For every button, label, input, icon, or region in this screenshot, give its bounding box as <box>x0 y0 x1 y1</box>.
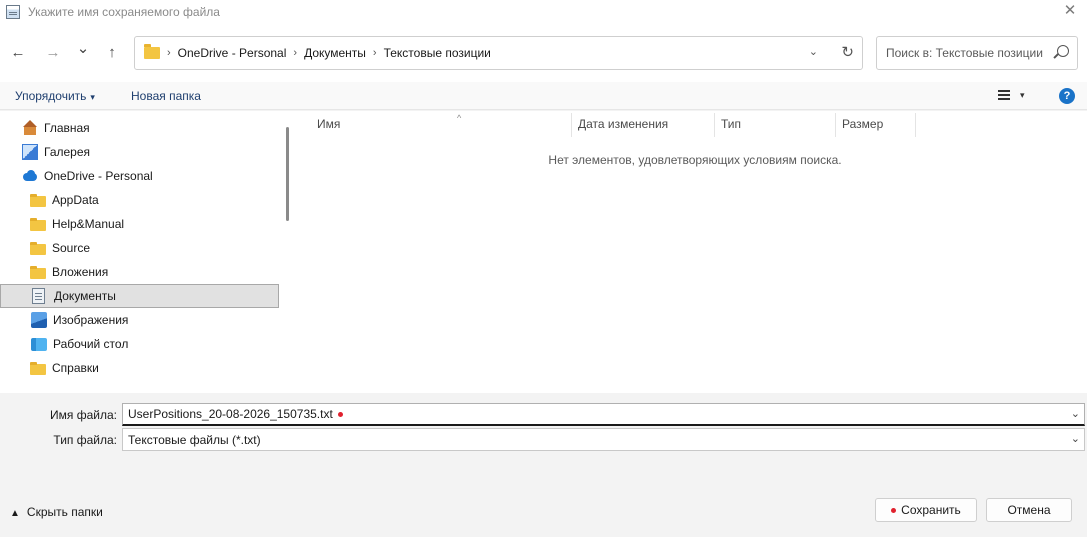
sidebar-item-attachments[interactable]: Вложения <box>0 260 279 284</box>
filetype-select[interactable]: Текстовые файлы (*.txt) ⌄ <box>122 428 1085 451</box>
sidebar-item-label: Вложения <box>52 265 109 279</box>
sidebar-item-label: Изображения <box>53 313 129 327</box>
column-divider[interactable] <box>571 113 572 137</box>
sidebar-item-gallery[interactable]: Галерея <box>0 140 279 164</box>
desktop-icon <box>31 337 47 351</box>
caret-down-icon: ▾ <box>90 92 95 102</box>
caret-down-icon[interactable]: ▾ <box>1020 90 1025 101</box>
title-bar: Укажите имя сохраняемого файла ✕ <box>0 0 1087 24</box>
sidebar-item-label: Help&Manual <box>52 217 125 231</box>
back-arrow-icon[interactable]: ← <box>8 43 28 63</box>
filename-label: Имя файла: <box>50 408 117 422</box>
column-divider[interactable] <box>835 113 836 137</box>
sidebar-item-references[interactable]: Справки <box>0 356 279 380</box>
dialog-footer: ▲ Скрыть папки Сохранить Отмена <box>0 483 1087 537</box>
sidebar-item-label: Рабочий стол <box>53 337 129 351</box>
filename-value: UserPositions_20-08-2026_150735.txt <box>128 407 333 421</box>
column-divider[interactable] <box>915 113 916 137</box>
view-options-icon[interactable] <box>998 90 1010 100</box>
address-bar[interactable]: › OneDrive - Personal › Документы › Текс… <box>134 36 863 70</box>
breadcrumb-chevron-icon: › <box>167 47 171 59</box>
column-header-size[interactable]: Размер <box>842 117 883 137</box>
filename-input[interactable]: UserPositions_20-08-2026_150735.txt <box>128 407 343 421</box>
sidebar-item-documents[interactable]: Документы <box>0 284 279 308</box>
recent-locations-chevron-icon[interactable]: ⌄ <box>73 39 93 59</box>
save-button[interactable]: Сохранить <box>875 498 977 522</box>
folder-icon <box>30 360 46 376</box>
filetype-label: Тип файла: <box>53 433 117 447</box>
save-button-label: Сохранить <box>901 503 961 517</box>
folder-icon <box>30 216 46 232</box>
home-icon <box>22 120 38 136</box>
hide-folders-toggle[interactable]: ▲ Скрыть папки <box>10 505 103 519</box>
sidebar-item-onedrive[interactable]: OneDrive - Personal <box>0 164 279 188</box>
sidebar-item-home[interactable]: Главная <box>0 116 279 140</box>
sidebar-item-label: Галерея <box>44 145 91 159</box>
sidebar-item-helpmanual[interactable]: Help&Manual <box>0 212 279 236</box>
organize-label: Упорядочить <box>15 89 87 103</box>
required-dot-icon <box>337 412 343 418</box>
sidebar-item-label: Документы <box>54 289 116 303</box>
search-box[interactable] <box>876 36 1078 70</box>
notepad-icon <box>6 5 20 19</box>
folder-icon <box>30 264 46 280</box>
breadcrumb-text-positions[interactable]: Текстовые позиции <box>384 46 491 60</box>
filetype-value: Текстовые файлы (*.txt) <box>128 432 261 447</box>
command-bar: Упорядочить ▾ Новая папка ▾ ? <box>0 82 1087 110</box>
navigation-pane: Главная Галерея OneDrive - Personal AppD… <box>0 111 296 393</box>
column-header-type[interactable]: Тип <box>721 117 741 137</box>
sidebar-item-label: Source <box>52 241 91 255</box>
breadcrumb-onedrive[interactable]: OneDrive - Personal <box>178 46 287 60</box>
hide-folders-label: Скрыть папки <box>26 505 103 519</box>
onedrive-cloud-icon <box>22 168 38 184</box>
refresh-icon[interactable]: ↻ <box>841 43 854 61</box>
save-form: Имя файла: UserPositions_20-08-2026_1507… <box>0 393 1087 483</box>
sidebar-item-pictures[interactable]: Изображения <box>0 308 279 332</box>
filename-combobox[interactable]: UserPositions_20-08-2026_150735.txt ⌄ <box>122 403 1085 426</box>
sidebar-item-label: Справки <box>52 361 99 375</box>
sidebar-item-label: OneDrive - Personal <box>44 169 153 183</box>
navigation-scrollbar[interactable] <box>286 127 289 221</box>
required-dot-icon <box>891 507 897 513</box>
close-icon[interactable]: ✕ <box>1061 2 1079 20</box>
forward-arrow-icon[interactable]: → <box>43 43 63 63</box>
pictures-icon <box>31 312 47 328</box>
navigation-row: ← → ⌄ ↑ › OneDrive - Personal › Документ… <box>0 24 1087 82</box>
up-arrow-icon[interactable]: ↑ <box>102 43 122 63</box>
breadcrumb-chevron-icon[interactable]: › <box>373 47 377 59</box>
chevron-up-icon: ▲ <box>10 508 20 519</box>
gallery-icon <box>22 144 38 160</box>
sidebar-item-desktop[interactable]: Рабочий стол <box>0 332 279 356</box>
folder-icon <box>144 44 160 59</box>
breadcrumb-documents[interactable]: Документы <box>304 46 366 60</box>
column-header-label: Имя <box>317 117 341 131</box>
new-folder-button[interactable]: Новая папка <box>131 89 201 103</box>
breadcrumb-chevron-icon[interactable]: › <box>293 47 297 59</box>
organize-button[interactable]: Упорядочить ▾ <box>15 89 95 103</box>
empty-folder-message: Нет элементов, удовлетворяющих условиям … <box>548 153 842 167</box>
search-input[interactable] <box>886 46 1046 60</box>
sidebar-item-appdata[interactable]: AppData <box>0 188 279 212</box>
column-header-name[interactable]: ^ Имя <box>317 113 461 137</box>
folder-icon <box>30 192 46 208</box>
sidebar-item-label: AppData <box>52 193 99 207</box>
file-list: ^ Имя Дата изменения Тип Размер Нет элем… <box>296 111 1087 393</box>
cancel-button[interactable]: Отмена <box>986 498 1072 522</box>
sort-ascending-icon: ^ <box>457 113 462 123</box>
search-icon[interactable] <box>1057 45 1069 57</box>
chevron-down-icon[interactable]: ⌄ <box>809 45 818 58</box>
column-header-date-modified[interactable]: Дата изменения <box>578 117 668 137</box>
window-title: Укажите имя сохраняемого файла <box>28 5 220 19</box>
sidebar-item-source[interactable]: Source <box>0 236 279 260</box>
column-divider[interactable] <box>714 113 715 137</box>
chevron-down-icon[interactable]: ⌄ <box>1071 432 1080 445</box>
help-icon[interactable]: ? <box>1059 88 1075 104</box>
chevron-down-icon[interactable]: ⌄ <box>1071 407 1080 420</box>
folder-icon <box>30 240 46 256</box>
documents-icon <box>32 288 45 304</box>
sidebar-item-label: Главная <box>44 121 90 135</box>
